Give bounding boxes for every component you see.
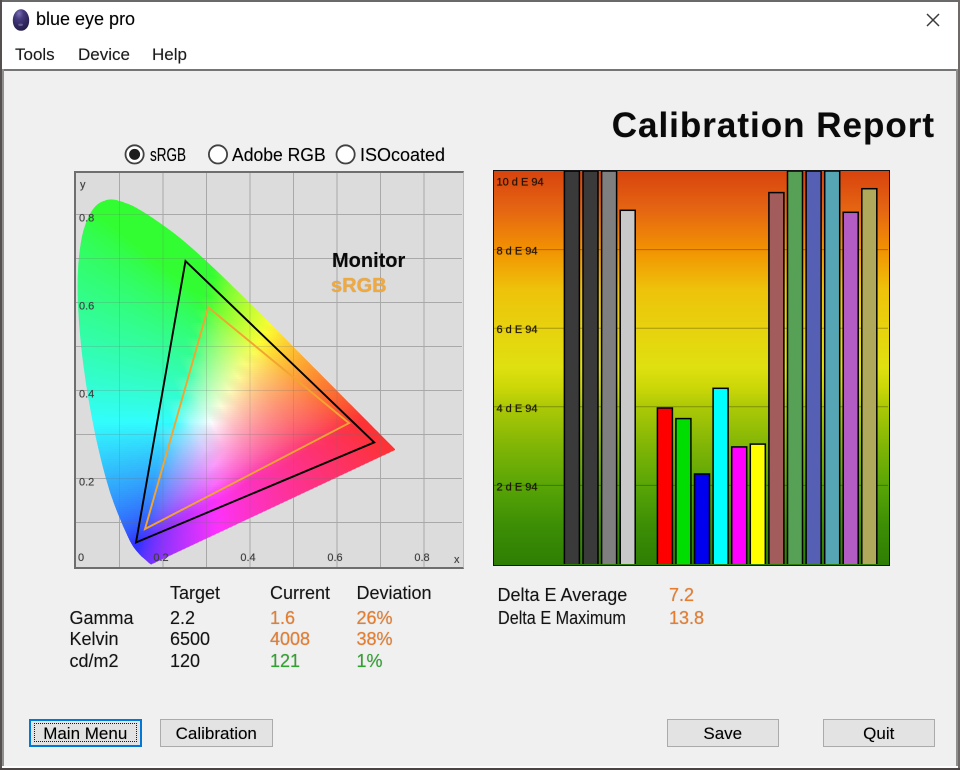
svg-text:x: x	[454, 554, 460, 566]
svg-text:0.8: 0.8	[79, 212, 94, 224]
svg-text:0.4: 0.4	[79, 388, 94, 400]
svg-text:y: y	[80, 179, 86, 191]
svg-text:Monitor: Monitor	[332, 250, 406, 272]
svg-text:0.4: 0.4	[240, 552, 255, 564]
svg-text:8 d E 94: 8 d E 94	[497, 245, 538, 257]
svg-text:4 d E 94: 4 d E 94	[497, 402, 538, 414]
svg-text:0.2: 0.2	[153, 552, 168, 564]
svg-text:6 d E 94: 6 d E 94	[497, 324, 538, 336]
svg-text:0.6: 0.6	[79, 300, 94, 312]
svg-text:2 d E 94: 2 d E 94	[497, 481, 538, 493]
svg-text:sRGB: sRGB	[331, 275, 387, 297]
svg-text:0.8: 0.8	[414, 552, 429, 564]
svg-text:10 d E 94: 10 d E 94	[497, 176, 544, 188]
svg-text:0.6: 0.6	[327, 552, 342, 564]
svg-text:0: 0	[78, 552, 84, 564]
svg-text:0.2: 0.2	[79, 476, 94, 488]
